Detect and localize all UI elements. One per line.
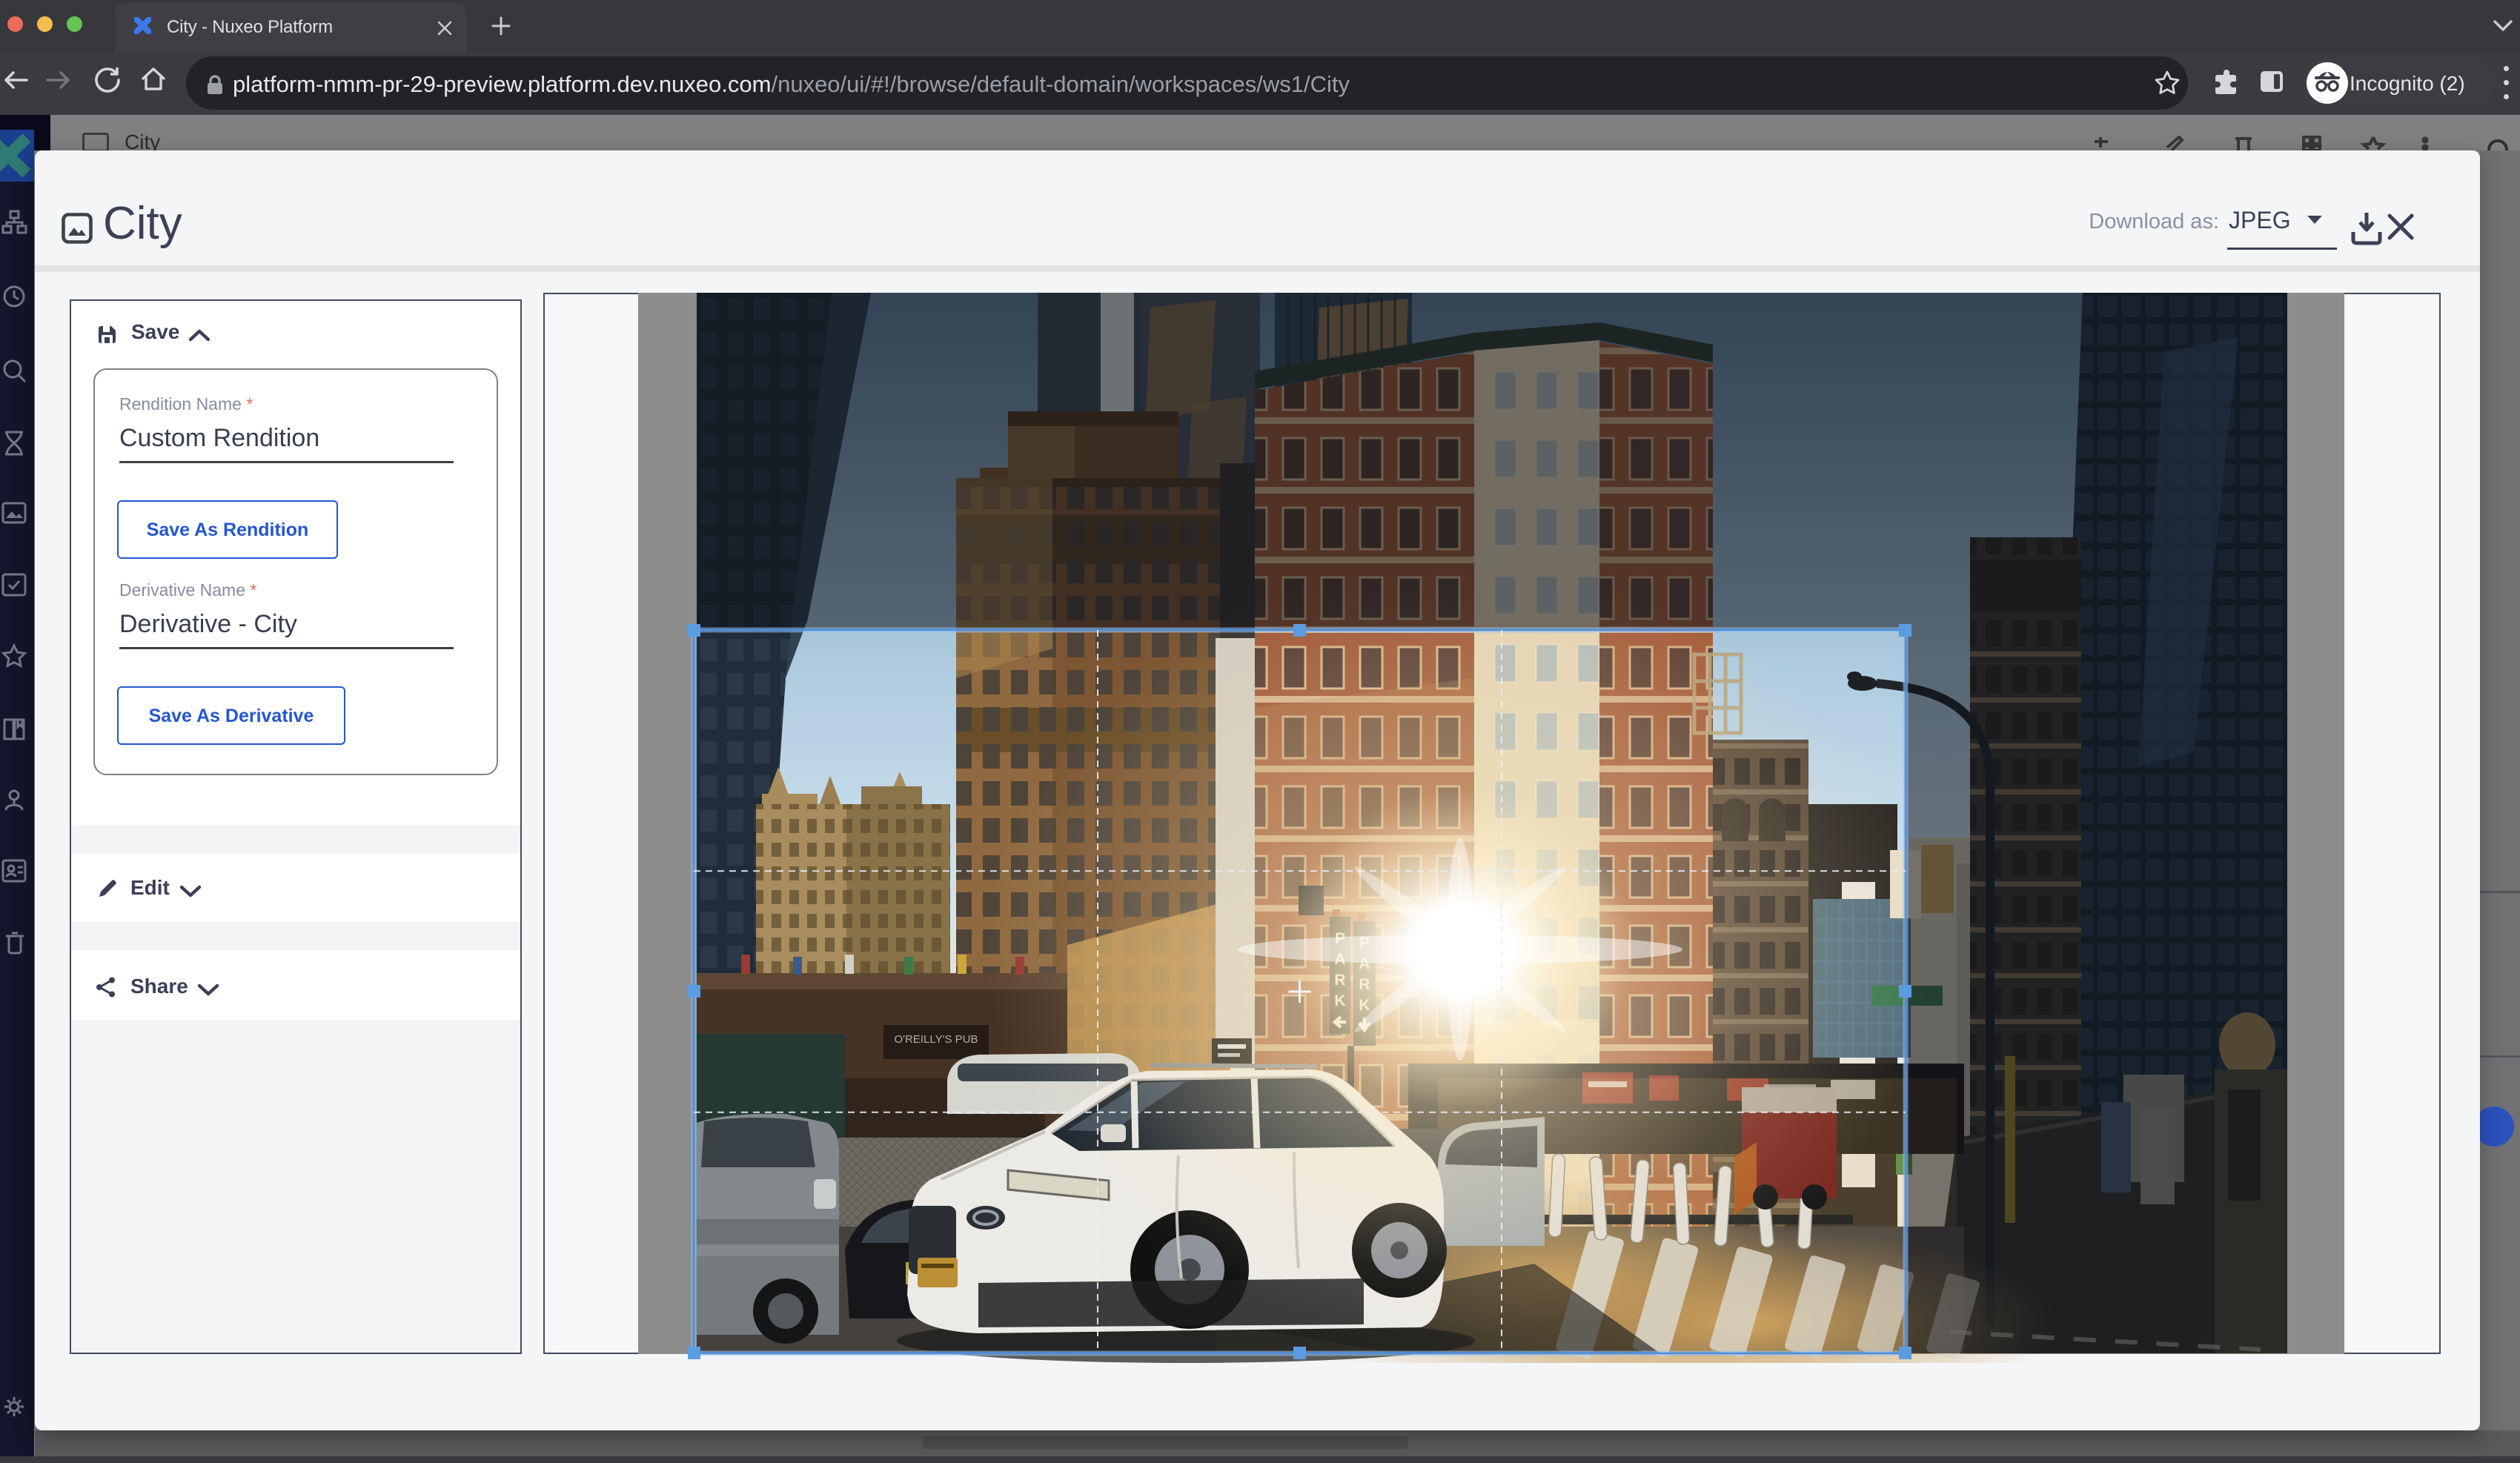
svg-text:O'REILLY'S PUB: O'REILLY'S PUB <box>895 1033 978 1046</box>
